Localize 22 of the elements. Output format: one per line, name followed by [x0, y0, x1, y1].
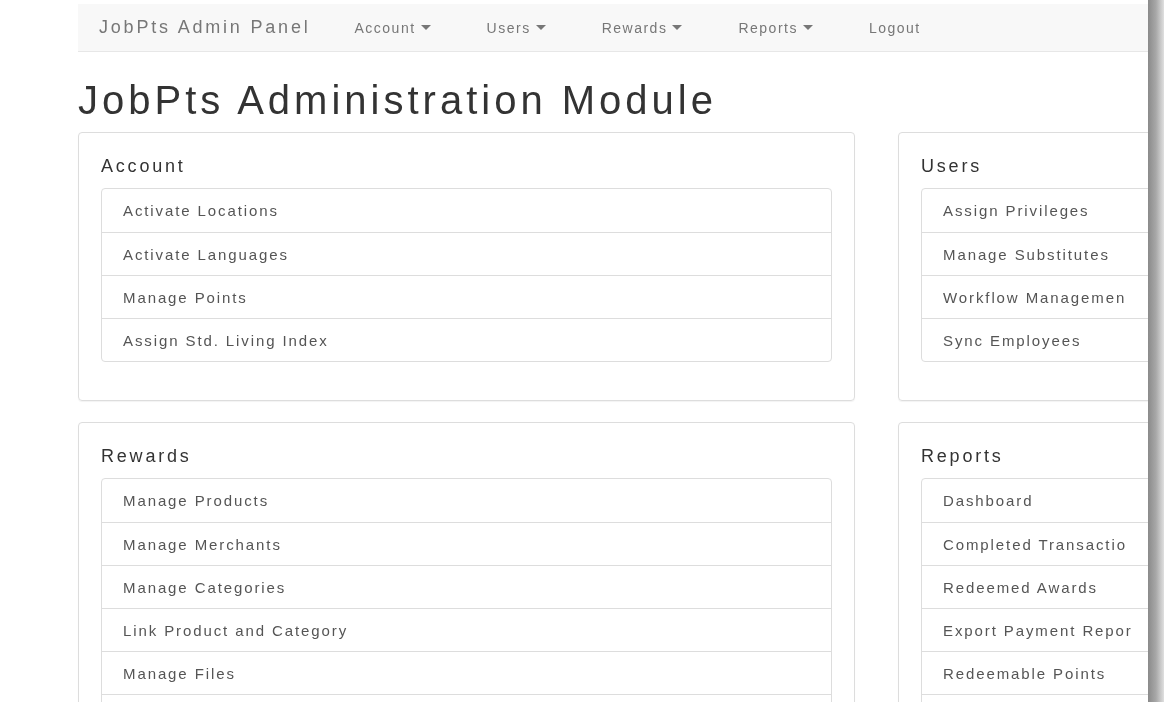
nav-menu-item[interactable]: Account: [354, 19, 431, 36]
list-link[interactable]: Manage Merchants: [102, 522, 831, 565]
list-link[interactable]: Manage Files: [102, 651, 831, 694]
list-link[interactable]: Dashboard: [922, 479, 1148, 522]
nav-menu-item[interactable]: Logout: [868, 19, 921, 36]
nav-menu-item[interactable]: Rewards: [601, 19, 683, 36]
list-link[interactable]: Manage Categories: [102, 565, 831, 608]
panel-title: Account: [101, 156, 187, 177]
panel-title: Reports: [921, 446, 1005, 467]
list-link[interactable]: Activate Languages: [102, 232, 831, 275]
list-link[interactable]: Assign Privileges: [922, 189, 1148, 232]
list-link[interactable]: Activate Locations: [102, 189, 831, 232]
nav-menu-item[interactable]: Reports: [738, 19, 813, 36]
list-link[interactable]: Manage Points: [102, 275, 831, 318]
panel-title: Users: [921, 156, 983, 177]
nav-menu-item[interactable]: Users: [486, 19, 546, 36]
panel-title: Rewards: [101, 446, 193, 467]
list-link[interactable]: Manage Products: [102, 479, 831, 522]
list-link[interactable]: Assign Std. Living Index: [102, 318, 831, 361]
brand-link[interactable]: JobPts Admin Panel: [99, 17, 311, 38]
page-title: JobPts Administration Module: [78, 78, 718, 122]
list-link[interactable]: Link Product and Category: [102, 608, 831, 651]
